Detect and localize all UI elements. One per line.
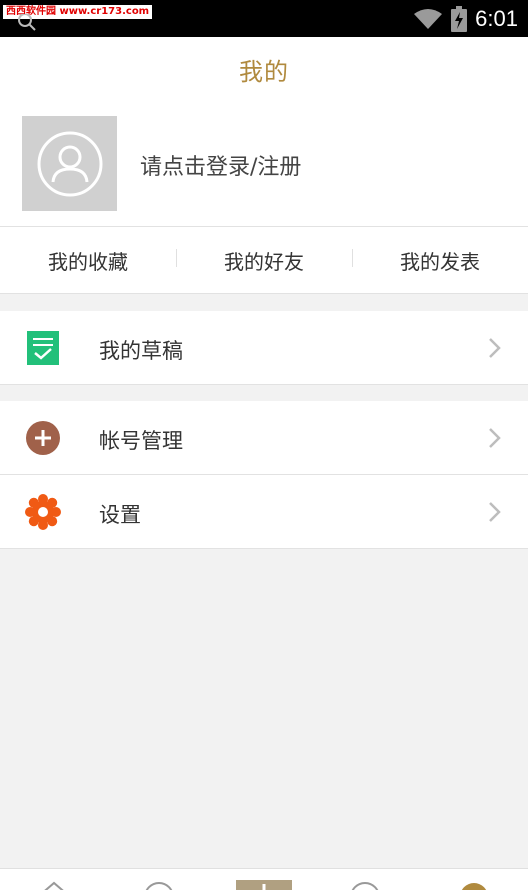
menu-item-label: 我的草稿 (99, 339, 183, 363)
tab-favorites[interactable]: 我的收藏 (0, 246, 176, 275)
chevron-right-icon (489, 428, 501, 448)
menu-item-account[interactable]: 帐号管理 (0, 401, 528, 475)
status-icons: 6:01 (413, 4, 518, 34)
tab-posts[interactable]: 我的发表 (352, 246, 528, 275)
avatar[interactable] (22, 116, 117, 211)
chevron-right-icon (489, 338, 501, 358)
message-icon[interactable] (347, 881, 383, 890)
chevron-right-icon (489, 502, 501, 522)
profile-section[interactable]: 请点击登录/注册 (0, 101, 528, 227)
menu-item-drafts[interactable]: 我的草稿 (0, 311, 528, 385)
header: 我的 (0, 37, 528, 101)
gear-icon (25, 494, 61, 530)
discover-icon[interactable] (141, 881, 177, 890)
add-post-button[interactable] (236, 880, 292, 890)
plus-circle-icon (26, 421, 60, 455)
user-icon (37, 131, 102, 196)
bottom-nav (0, 868, 528, 890)
profile-tab-icon[interactable] (456, 881, 492, 890)
status-time: 6:01 (475, 6, 518, 31)
wifi-icon (414, 9, 443, 29)
profile-tabs: 我的收藏 我的好友 我的发表 (0, 227, 528, 294)
search-icon (18, 14, 36, 31)
menu-item-label: 帐号管理 (99, 429, 183, 453)
menu-item-label: 设置 (99, 503, 141, 527)
status-bar: 西西软件园 www.cr173.com 6:01 (0, 0, 528, 37)
draft-icon (27, 331, 59, 365)
tab-friends[interactable]: 我的好友 (176, 246, 352, 275)
page-title: 我的 (239, 57, 289, 86)
login-prompt[interactable]: 请点击登录/注册 (140, 149, 301, 181)
home-icon[interactable] (36, 881, 72, 890)
battery-charging-icon (451, 6, 468, 32)
menu-item-settings[interactable]: 设置 (0, 475, 528, 549)
